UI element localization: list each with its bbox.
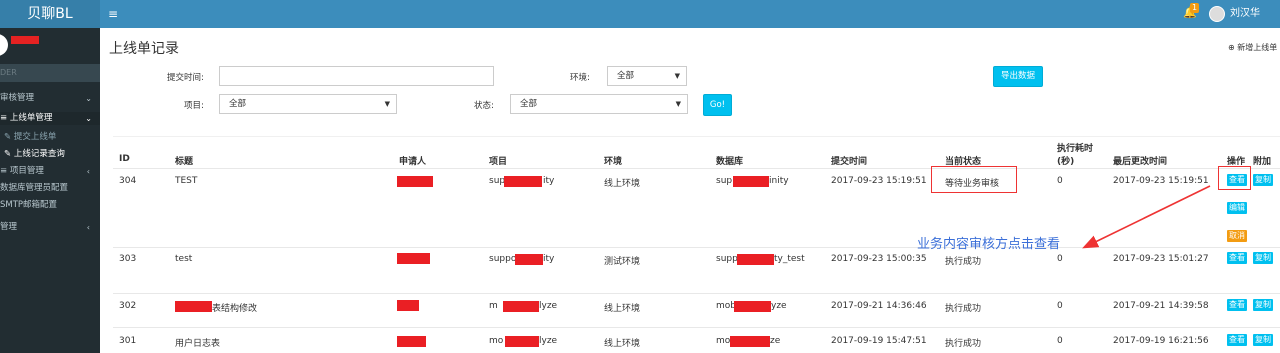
annotation-arrow-icon (1082, 185, 1211, 249)
